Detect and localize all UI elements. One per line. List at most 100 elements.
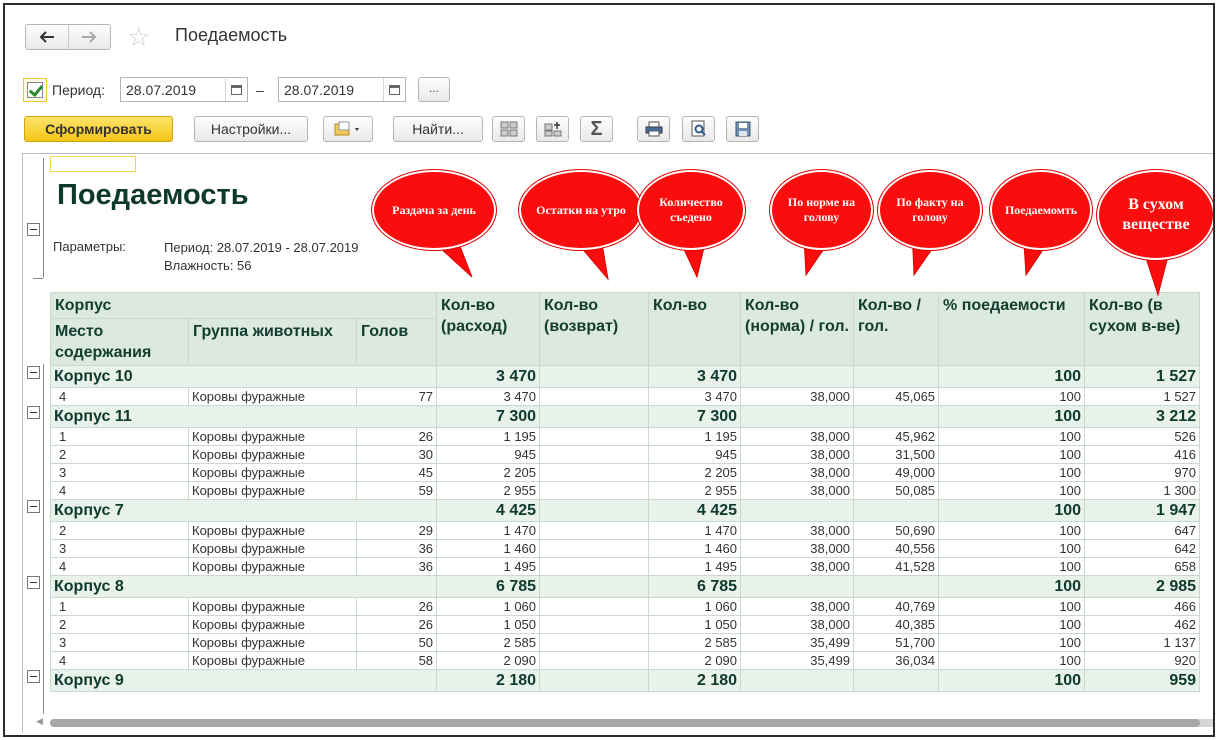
variant-menu-button[interactable]	[323, 116, 373, 142]
cell-golov: 50	[355, 633, 438, 652]
collapse-icon[interactable]	[27, 406, 40, 419]
cell-golov: 36	[355, 557, 438, 576]
cell-rashod: 1 460	[436, 539, 541, 558]
period-select-button[interactable]: ...	[418, 77, 450, 102]
cell-suhoe: 1 137	[1084, 633, 1201, 652]
group-pct: 100	[938, 575, 1086, 598]
cell-na-gol: 40,556	[853, 539, 940, 558]
cell-vozvrat	[539, 539, 650, 558]
cell-gruppa: Коровы фуражные	[188, 387, 357, 406]
table-row[interactable]: 1 Коровы фуражные 26 1 060 1 060 38,000 40,769…	[50, 597, 1201, 616]
cell-norma: 38,000	[740, 481, 855, 500]
group-row[interactable]: Корпус 11 7 300 7 300 100 3 212	[49, 405, 1201, 428]
collapse-icon[interactable]	[27, 500, 40, 513]
date-to-field[interactable]: 28.07.2019	[278, 77, 406, 102]
date-from-value: 28.07.2019	[126, 82, 197, 98]
back-button[interactable]	[26, 25, 68, 49]
find-button[interactable]: Найти...	[393, 116, 483, 142]
scroll-left-icon[interactable]: ◀	[36, 716, 43, 727]
cell-na-gol: 36,034	[853, 651, 940, 670]
header-na-gol: Кол-во / гол.	[853, 292, 940, 366]
cell-kolvo: 1 060	[648, 597, 742, 616]
group-rashod: 7 300	[436, 405, 541, 428]
cell-vozvrat	[539, 651, 650, 670]
grid-expand-icon	[544, 122, 561, 137]
cell-rashod: 945	[436, 445, 541, 464]
table-row[interactable]: 2 Коровы фуражные 30 945 945 38,000 31,500 100 4…	[50, 445, 1201, 464]
group-rashod: 3 470	[436, 365, 541, 388]
cell-golov: 26	[355, 615, 438, 634]
header-suhoe: Кол-во (в сухом в-ве)	[1084, 292, 1201, 366]
calendar-button[interactable]	[383, 78, 405, 101]
header-norma: Кол-во (норма) / гол.	[740, 292, 855, 366]
settings-button[interactable]: Настройки...	[194, 116, 308, 142]
table-row[interactable]: 4 Коровы фуражные 58 2 090 2 090 35,499 36,034…	[50, 651, 1201, 670]
group-rashod: 6 785	[436, 575, 541, 598]
collapse-icon[interactable]	[27, 366, 40, 379]
callout-text: По факту на голову	[878, 170, 982, 250]
cell-na-gol: 50,085	[853, 481, 940, 500]
cell-golov: 36	[355, 539, 438, 558]
collapse-groups-button[interactable]	[492, 116, 525, 142]
group-row[interactable]: Корпус 86 785 6 785 100 2 985	[49, 575, 1201, 598]
sum-button[interactable]: Σ	[580, 116, 613, 142]
save-button[interactable]	[726, 116, 759, 142]
horizontal-scrollbar[interactable]	[50, 719, 1213, 727]
cell-suhoe: 642	[1084, 539, 1201, 558]
calendar-button[interactable]	[225, 78, 247, 101]
collapse-icon[interactable]	[27, 670, 40, 683]
print-button[interactable]	[637, 116, 670, 142]
callout-text: Поедаемомть	[990, 170, 1092, 250]
collapse-icon[interactable]	[27, 223, 40, 236]
header-kolvo: Кол-во	[648, 292, 742, 366]
period-separator: –	[256, 82, 264, 98]
group-na-gol	[853, 575, 940, 598]
table-row[interactable]: 1 Коровы фуражные 26 1 195 1 195 38,000 45,962…	[50, 427, 1201, 446]
forward-button[interactable]	[67, 25, 111, 49]
table-row[interactable]: 3 Коровы фуражные 36 1 460 1 460 38,000 40,556…	[50, 539, 1201, 558]
cell-vozvrat	[539, 387, 650, 406]
group-row[interactable]: Корпус 74 425 4 425 100 1 947	[49, 499, 1201, 522]
group-name: Корпус 7	[49, 499, 438, 522]
table-row[interactable]: 4 Коровы фуражные 36 1 495 1 495 38,000 41,528…	[50, 557, 1201, 576]
cell-pct: 100	[938, 387, 1086, 406]
expand-groups-button[interactable]	[536, 116, 569, 142]
table-row[interactable]: 3 Коровы фуражные 50 2 585 2 585 35,499 51,700…	[50, 633, 1201, 652]
cell-norma: 38,000	[740, 463, 855, 482]
cell-golov: 29	[355, 521, 438, 540]
group-suhoe: 959	[1084, 669, 1201, 692]
generate-button[interactable]: Сформировать	[24, 116, 173, 142]
cell-kolvo: 1 195	[648, 427, 742, 446]
group-norma	[740, 365, 855, 388]
group-row[interactable]: Корпус 92 180 2 180 100 959	[49, 669, 1201, 692]
cell-mesto: 4	[50, 651, 189, 670]
cell-norma: 38,000	[740, 521, 855, 540]
group-vozvrat	[539, 499, 650, 522]
cell-pct: 100	[938, 597, 1086, 616]
preview-button[interactable]	[682, 116, 715, 142]
group-vozvrat	[539, 365, 650, 388]
star-icon[interactable]: ☆	[127, 23, 150, 51]
cell-vozvrat	[539, 521, 650, 540]
collapse-icon[interactable]	[27, 576, 40, 589]
group-row[interactable]: Корпус 10 3 470 3 470 100 1 527	[49, 365, 1201, 388]
cell-mesto: 1	[50, 597, 189, 616]
group-norma	[740, 575, 855, 598]
selected-cell[interactable]	[50, 156, 136, 172]
cell-pct: 100	[938, 651, 1086, 670]
group-pct: 100	[938, 365, 1086, 388]
table-row[interactable]: 4 Коровы фуражные 77 3 470 3 470 38,000 45,065…	[50, 387, 1201, 406]
table-row[interactable]: 3 Коровы фуражные 45 2 205 2 205 38,000 49,000…	[50, 463, 1201, 482]
cell-suhoe: 920	[1084, 651, 1201, 670]
date-from-field[interactable]: 28.07.2019	[120, 77, 248, 102]
table-row[interactable]: 2 Коровы фуражные 29 1 470 1 470 38,000 50,690…	[50, 521, 1201, 540]
table-row[interactable]: 2 Коровы фуражные 26 1 050 1 050 38,000 40,385…	[50, 615, 1201, 634]
callout-text: Раздача за день	[372, 170, 496, 250]
cell-kolvo: 1 470	[648, 521, 742, 540]
cell-rashod: 1 195	[436, 427, 541, 446]
table-row[interactable]: 4 Коровы фуражные 59 2 955 2 955 38,000 50,085…	[50, 481, 1201, 500]
group-kolvo: 3 470	[648, 365, 742, 388]
scrollbar-thumb[interactable]	[50, 719, 1200, 727]
callout-text: Остатки на утро	[519, 170, 643, 250]
period-checkbox[interactable]	[23, 78, 47, 102]
